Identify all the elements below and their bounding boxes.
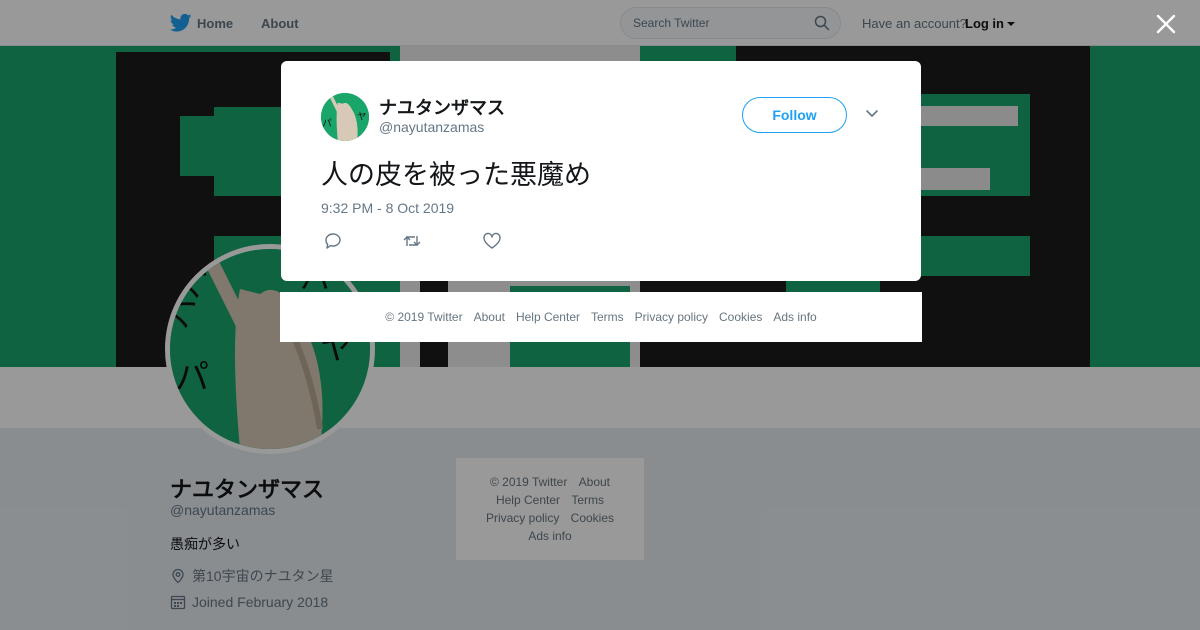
avatar-artwork: パ ヤ — [321, 93, 369, 141]
footer-about[interactable]: About — [474, 310, 505, 324]
tweet-author-avatar[interactable]: パ ヤ — [321, 93, 369, 141]
chevron-down-icon[interactable] — [865, 109, 879, 119]
tweet-timestamp[interactable]: 9:32 PM - 8 Oct 2019 — [321, 200, 454, 216]
tweet-author-name[interactable]: ナユタンザマス — [379, 94, 505, 120]
footer-privacy[interactable]: Privacy policy — [635, 310, 708, 324]
reply-icon[interactable] — [323, 232, 343, 250]
close-icon[interactable] — [1155, 13, 1177, 35]
svg-text:パ: パ — [322, 119, 332, 130]
footer-copyright[interactable]: © 2019 Twitter — [385, 310, 462, 324]
footer-help-center[interactable]: Help Center — [516, 310, 580, 324]
footer-ads-info[interactable]: Ads info — [773, 310, 816, 324]
tweet-text: 人の皮を被った悪魔め — [321, 160, 591, 191]
tweet-permalink-card: パ ヤ ナユタンザマス @nayutanzamas Follow 人の皮を被った… — [281, 61, 921, 281]
svg-text:ヤ: ヤ — [357, 111, 367, 122]
heart-icon[interactable] — [482, 232, 502, 250]
modal-footer: © 2019 Twitter About Help Center Terms P… — [280, 292, 922, 342]
footer-terms[interactable]: Terms — [591, 310, 624, 324]
follow-button[interactable]: Follow — [742, 97, 847, 133]
tweet-author-handle[interactable]: @nayutanzamas — [379, 119, 484, 135]
retweet-icon[interactable] — [402, 232, 422, 250]
footer-cookies[interactable]: Cookies — [719, 310, 762, 324]
